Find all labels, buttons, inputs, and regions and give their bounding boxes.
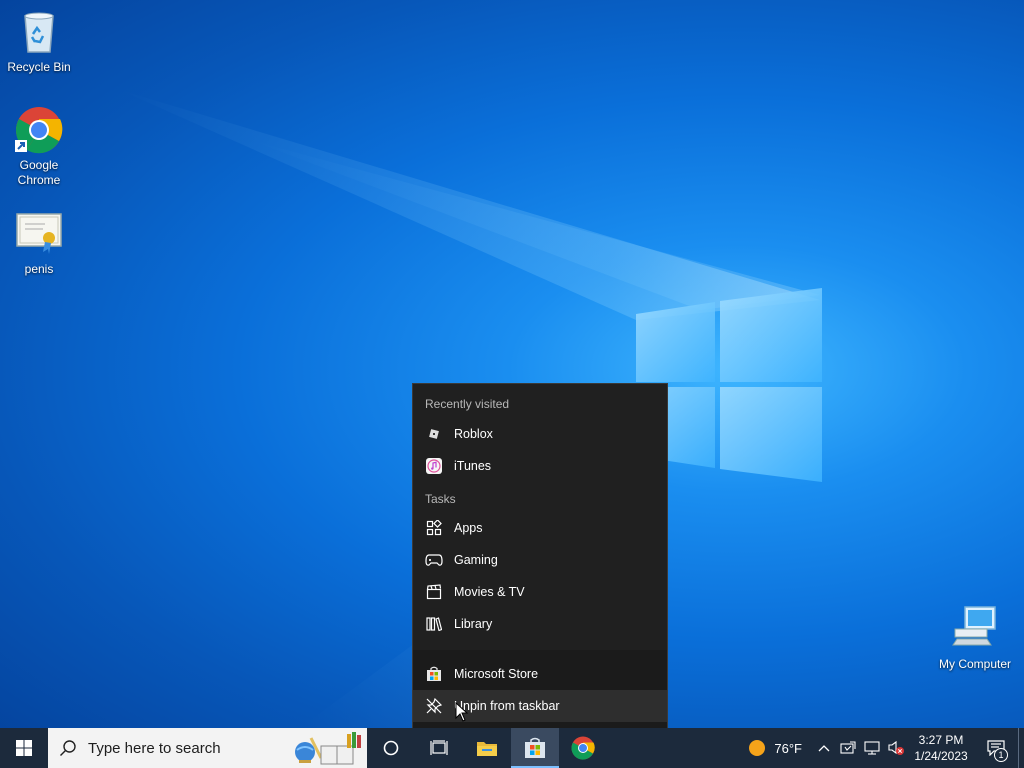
sun-icon bbox=[749, 740, 766, 756]
unpin-icon bbox=[425, 697, 443, 715]
roblox-icon bbox=[425, 425, 443, 443]
computer-icon bbox=[951, 605, 999, 653]
taskbar-microsoft-store[interactable] bbox=[511, 728, 559, 768]
jumplist-task-apps[interactable]: Apps bbox=[413, 512, 667, 544]
jumplist-item-label: iTunes bbox=[454, 459, 492, 473]
defender-icon bbox=[840, 741, 856, 754]
desktop-icon-recycle-bin[interactable]: Recycle Bin bbox=[1, 8, 77, 75]
system-tray: 76°F 3:27 PM 1/24/2023 1 bbox=[740, 728, 1024, 768]
jumplist-task-movies[interactable]: Movies & TV bbox=[413, 576, 667, 608]
weather-widget[interactable]: 76°F bbox=[740, 728, 812, 768]
desktop-icon-certificate[interactable]: penis bbox=[1, 210, 77, 277]
jumplist-pinned-section: Microsoft Store Unpin from taskbar bbox=[413, 650, 667, 729]
library-icon bbox=[425, 615, 443, 633]
jumplist-unpin-from-taskbar[interactable]: Unpin from taskbar bbox=[413, 690, 667, 722]
tasks-header: Tasks bbox=[425, 492, 456, 506]
cortana-circle-icon bbox=[383, 740, 399, 756]
desktop-icon-my-computer[interactable]: My Computer bbox=[937, 605, 1013, 672]
jumplist-item-roblox[interactable]: Roblox bbox=[413, 418, 667, 450]
windows-start-icon bbox=[16, 740, 32, 756]
jumplist-item-label: Unpin from taskbar bbox=[454, 699, 560, 713]
apps-icon bbox=[425, 519, 443, 537]
jumplist-item-itunes[interactable]: iTunes bbox=[413, 450, 667, 482]
jumplist-item-label: Apps bbox=[454, 521, 483, 535]
show-hidden-icons-button[interactable] bbox=[812, 728, 836, 768]
cortana-button[interactable] bbox=[367, 728, 415, 768]
show-desktop-button[interactable] bbox=[1018, 728, 1024, 768]
chrome-icon bbox=[15, 106, 63, 154]
desktop-icon-label: Recycle Bin bbox=[7, 60, 71, 74]
volume-muted-icon bbox=[888, 740, 904, 755]
desktop-icon-label: My Computer bbox=[938, 657, 1012, 671]
task-view-button[interactable] bbox=[415, 728, 463, 768]
jumplist-item-label: Movies & TV bbox=[454, 585, 525, 599]
search-icon bbox=[48, 739, 88, 757]
chevron-up-icon bbox=[818, 745, 830, 752]
folder-icon bbox=[477, 742, 497, 756]
tray-security-icon-button[interactable] bbox=[836, 728, 860, 768]
action-center-button[interactable]: 1 bbox=[974, 728, 1018, 768]
notification-badge: 1 bbox=[994, 748, 1008, 762]
start-button[interactable] bbox=[0, 728, 48, 768]
clapperboard-icon bbox=[425, 583, 443, 601]
mouse-cursor-icon bbox=[455, 702, 469, 722]
network-button[interactable] bbox=[860, 728, 884, 768]
jumplist-task-gaming[interactable]: Gaming bbox=[413, 544, 667, 576]
task-view-icon bbox=[430, 740, 448, 755]
jumplist-task-library[interactable]: Library bbox=[413, 608, 667, 640]
volume-button[interactable] bbox=[884, 728, 908, 768]
taskbar-file-explorer[interactable] bbox=[463, 728, 511, 768]
network-icon bbox=[864, 741, 880, 755]
desktop-icon-label: Google Chrome bbox=[17, 158, 61, 187]
search-placeholder: Type here to search bbox=[88, 739, 221, 757]
weather-temperature: 76°F bbox=[774, 740, 802, 756]
clock-time: 3:27 PM bbox=[918, 733, 964, 747]
taskbar-jump-list: Recently visited Roblox iTunes Tasks App… bbox=[412, 383, 668, 729]
recycle-bin-icon bbox=[15, 8, 63, 56]
desktop-icon-label: penis bbox=[24, 262, 54, 276]
jumplist-open-microsoft-store[interactable]: Microsoft Store bbox=[413, 658, 667, 690]
desktop-icon-chrome[interactable]: Google Chrome bbox=[1, 106, 77, 188]
jumplist-item-label: Gaming bbox=[454, 553, 498, 567]
chrome-icon bbox=[571, 736, 595, 760]
itunes-icon bbox=[425, 457, 443, 475]
search-highlight-illustration-icon bbox=[291, 730, 363, 768]
microsoft-store-icon bbox=[525, 737, 545, 758]
gamepad-icon bbox=[425, 551, 443, 569]
taskbar: Type here to search 76°F 3:27 PM 1/24/20… bbox=[0, 728, 1024, 768]
recently-visited-header: Recently visited bbox=[425, 397, 510, 411]
taskbar-search-box[interactable]: Type here to search bbox=[48, 728, 367, 768]
jumplist-item-label: Library bbox=[454, 617, 493, 631]
microsoft-store-icon bbox=[425, 665, 443, 683]
jumplist-item-label: Microsoft Store bbox=[454, 667, 539, 681]
certificate-icon bbox=[15, 210, 63, 258]
taskbar-chrome[interactable] bbox=[559, 728, 607, 768]
clock-date: 1/24/2023 bbox=[914, 749, 968, 763]
clock-button[interactable]: 3:27 PM 1/24/2023 bbox=[908, 728, 974, 768]
jumplist-item-label: Roblox bbox=[454, 427, 493, 441]
